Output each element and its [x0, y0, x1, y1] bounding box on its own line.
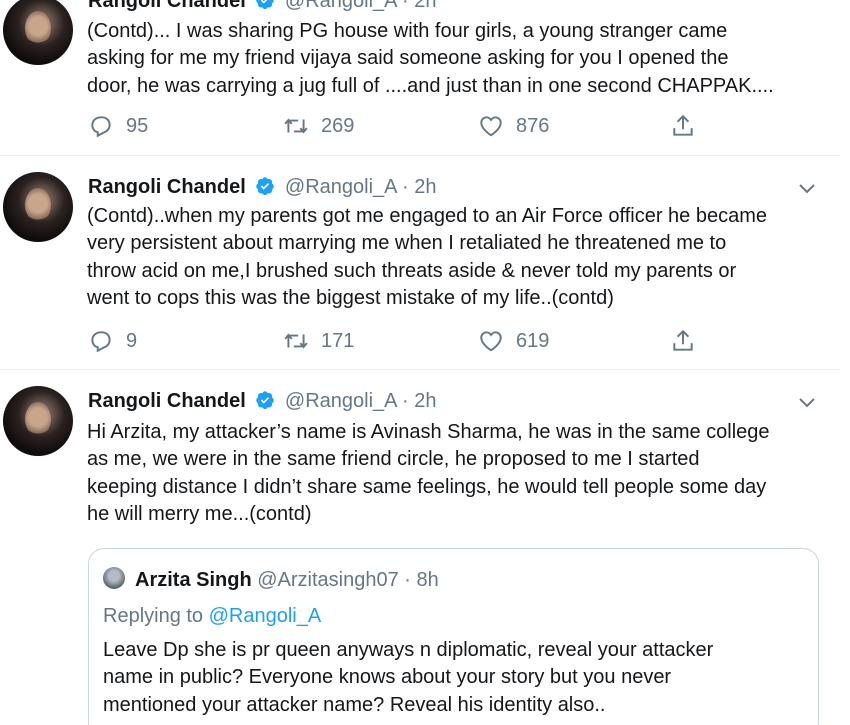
tweet-text: (Contd)... I was sharing PG house with f… [87, 18, 827, 100]
author-name[interactable]: Rangoli Chandel [88, 176, 246, 198]
timestamp[interactable]: 2h [414, 176, 436, 198]
reply-icon [91, 331, 111, 353]
quoted-text-line: mentioned your attacker name? Reveal his… [103, 693, 606, 716]
replying-to-handle[interactable]: @Rangoli_A [209, 605, 322, 627]
tweet-text: Hi Arzita, my attacker’s name is Avinash… [87, 419, 827, 528]
quoted-avatar[interactable] [103, 567, 125, 589]
author-handle[interactable]: @Rangoli_A [285, 176, 396, 198]
chevron-down-icon[interactable] [798, 396, 816, 408]
like-button[interactable]: 876 [478, 113, 549, 139]
tweet-actions: 95 269 876 [88, 113, 708, 143]
reply-button[interactable]: 9 [88, 328, 137, 354]
quoted-text-line: name in public? Everyone knows about you… [103, 666, 672, 689]
tweet-text: (Contd)..when my parents got me engaged … [87, 203, 827, 312]
quoted-tweet[interactable]: Arzita Singh @Arzitasingh07 · 8h Replyin… [88, 548, 819, 725]
verified-badge-icon [256, 391, 275, 410]
timestamp[interactable]: 2h [414, 390, 436, 412]
like-icon [480, 116, 502, 137]
quoted-text-line: Leave Dp she is pr queen anyways n diplo… [103, 639, 714, 661]
tweet-header: Rangoli Chandel @Rangoli_A · 2h [88, 390, 436, 413]
avatar[interactable] [3, 0, 73, 65]
retweet-count: 171 [321, 329, 355, 352]
tweet-text-line: went to cops this was the biggest mistak… [87, 286, 614, 309]
reply-count: 9 [126, 329, 138, 352]
tweet-1[interactable]: Rangoli Chandel @Rangoli_A · 2h (Contd).… [0, 0, 840, 156]
retweet-icon [284, 118, 308, 134]
quoted-text: Leave Dp she is pr queen anyways n diplo… [103, 637, 803, 719]
reply-count: 95 [126, 114, 149, 137]
quoted-header: Arzita Singh @Arzitasingh07 · 8h [135, 569, 439, 592]
tweet-text-line: (Contd)... I was sharing PG house with f… [87, 20, 728, 42]
like-count: 876 [516, 114, 550, 137]
author-name[interactable]: Rangoli Chandel [88, 390, 246, 412]
separator-dot: · [401, 0, 409, 12]
tweet-text-line: he will merry me...(contd) [87, 502, 312, 525]
tweet-text-line: very persistent about marrying me when I… [87, 232, 727, 255]
share-button[interactable] [670, 113, 708, 139]
tweet-actions: 9 171 619 [88, 328, 708, 358]
author-name[interactable]: Rangoli Chandel [88, 0, 246, 12]
like-icon [480, 331, 502, 352]
like-button[interactable]: 619 [478, 328, 549, 354]
quoted-author-handle[interactable]: @Arzitasingh07 [257, 569, 398, 591]
tweet-text-line: (Contd)..when my parents got me engaged … [87, 205, 767, 227]
timestamp[interactable]: 2h [414, 0, 436, 12]
avatar[interactable] [3, 172, 73, 242]
tweet-header: Rangoli Chandel @Rangoli_A · 2h [88, 0, 436, 13]
verified-badge-icon [256, 0, 275, 10]
share-icon [673, 329, 693, 351]
like-count: 619 [516, 329, 550, 352]
replying-to: Replying to @Rangoli_A [103, 605, 321, 628]
tweet-text-line: as me, we were in the same friend circle… [87, 448, 700, 471]
separator-dot: · [401, 176, 409, 198]
tweet-2[interactable]: Rangoli Chandel @Rangoli_A · 2h (Contd).… [0, 156, 840, 370]
tweet-text-line: throw acid on me,I brushed such threats … [87, 259, 737, 282]
share-button[interactable] [670, 328, 708, 354]
reply-icon [91, 116, 111, 138]
separator-dot: · [404, 569, 411, 591]
author-handle[interactable]: @Rangoli_A [285, 390, 396, 412]
tweet-header: Rangoli Chandel @Rangoli_A · 2h [88, 176, 436, 199]
retweet-button[interactable]: 269 [283, 113, 354, 139]
separator-dot: · [401, 390, 409, 412]
tweet-text-line: asking for me my friend vijaya said some… [87, 47, 729, 70]
retweet-count: 269 [321, 114, 355, 137]
avatar[interactable] [3, 386, 73, 456]
replying-to-label: Replying to [103, 605, 204, 627]
verified-badge-icon [256, 177, 275, 196]
tweet-text-line: Hi Arzita, my attacker’s name is Avinash… [87, 421, 770, 443]
tweet-text-line: door, he was carrying a jug full of ....… [87, 74, 774, 97]
share-icon [673, 114, 693, 136]
tweet-text-line: keeping distance I didn’t share same fee… [87, 475, 767, 498]
author-handle[interactable]: @Rangoli_A [285, 0, 396, 12]
retweet-button[interactable]: 171 [283, 328, 354, 354]
retweet-icon [284, 333, 308, 349]
reply-button[interactable]: 95 [88, 113, 148, 139]
quoted-timestamp[interactable]: 8h [417, 569, 439, 591]
chevron-down-icon[interactable] [798, 182, 816, 194]
quoted-author-name[interactable]: Arzita Singh [135, 569, 252, 591]
